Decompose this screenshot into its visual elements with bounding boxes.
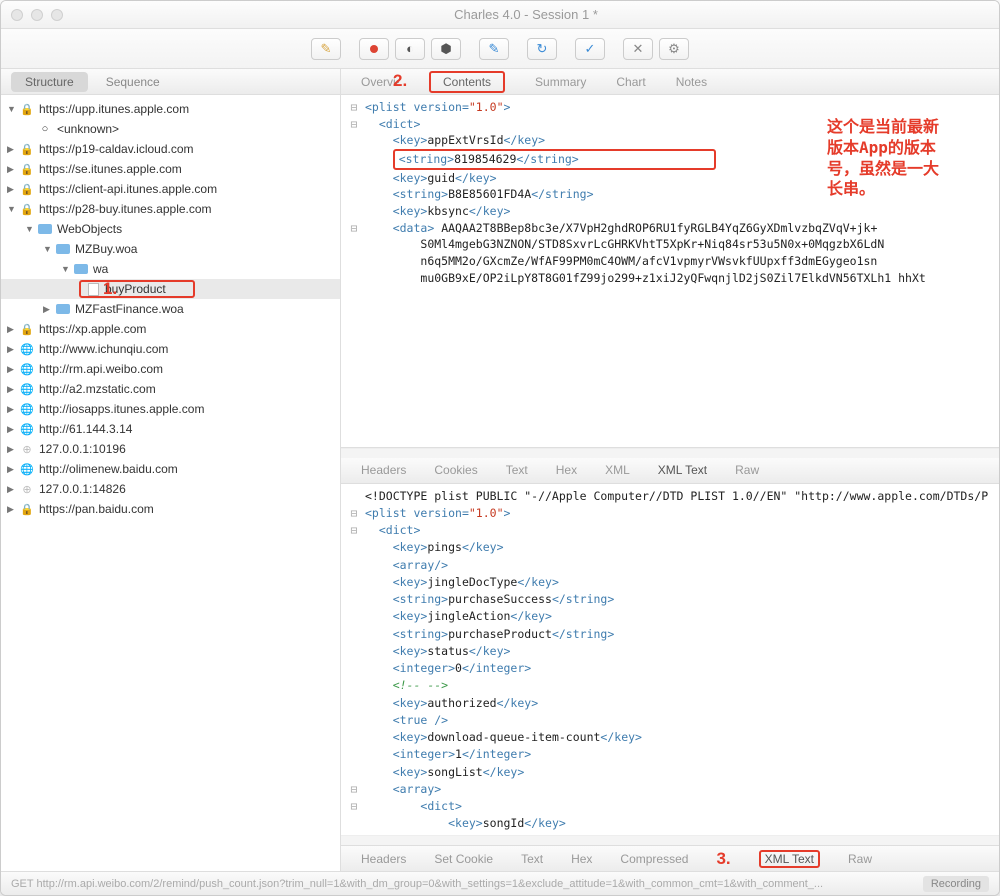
request-view-tabs: Headers Cookies Text Hex XML XML Text Ra… (341, 458, 999, 484)
settings-button[interactable]: ⚙ (659, 38, 689, 60)
tab-sequence[interactable]: Sequence (92, 72, 174, 92)
scrollbar[interactable] (341, 835, 999, 845)
throttle-button[interactable]: ◐ (395, 38, 425, 60)
content-area: Structure Sequence ▼🔒https://upp.itunes.… (1, 69, 999, 871)
window-title: Charles 4.0 - Session 1 * (63, 7, 989, 22)
status-bar: GET http://rm.api.weibo.com/2/remind/pus… (1, 871, 999, 895)
recording-indicator[interactable]: Recording (923, 876, 989, 892)
unknown-icon: ○ (37, 122, 53, 136)
minimize-icon[interactable] (31, 9, 43, 21)
host-label[interactable]: https://upp.itunes.apple.com (39, 102, 189, 116)
tab-hex[interactable]: Hex (556, 463, 577, 477)
host-tree[interactable]: ▼🔒https://upp.itunes.apple.com ○<unknown… (1, 95, 340, 871)
host-label[interactable]: http://a2.mzstatic.com (39, 382, 156, 396)
host-label[interactable]: https://pan.baidu.com (39, 502, 154, 516)
annotation-text: 这个是当前最新 版本App的版本 号，虽然是一大 长串。 (827, 117, 939, 200)
sidebar: Structure Sequence ▼🔒https://upp.itunes.… (1, 69, 341, 871)
globe-icon: 🌐 (19, 382, 35, 396)
tab-hex[interactable]: Hex (571, 852, 592, 866)
main-tabs: Overview 2. Contents Summary Chart Notes (341, 69, 999, 95)
toolbar: ✎ ◐ ⬢ ✎ ↻ ✓ ✕ ⚙ (1, 29, 999, 69)
breakpoints-button[interactable]: ⬢ (431, 38, 461, 60)
lock-icon: 🔒 (19, 202, 35, 216)
tab-xml[interactable]: XML (605, 463, 630, 477)
host-label[interactable]: http://61.144.3.14 (39, 422, 132, 436)
edit-button[interactable]: ✎ (479, 38, 509, 60)
response-view-tabs: Headers Set Cookie Text Hex Compressed 3… (341, 845, 999, 871)
host-label[interactable]: http://olimenew.baidu.com (39, 462, 178, 476)
globe-icon: 🌐 (19, 342, 35, 356)
annotation-1: 1. (103, 279, 117, 299)
annotation-3: 3. (716, 849, 730, 869)
host-label[interactable]: https://p28-buy.itunes.apple.com (39, 202, 212, 216)
host-label[interactable]: http://iosapps.itunes.apple.com (39, 402, 204, 416)
globe-icon: 🌐 (19, 462, 35, 476)
globe-icon: 🌐 (19, 402, 35, 416)
lock-icon: 🔒 (19, 322, 35, 336)
host-label[interactable]: 127.0.0.1:10196 (39, 442, 126, 456)
folder-label[interactable]: MZBuy.woa (75, 242, 137, 256)
tab-headers[interactable]: Headers (361, 463, 406, 477)
host-icon: ⊕ (19, 482, 35, 496)
lock-icon: 🔒 (19, 162, 35, 176)
zoom-icon[interactable] (51, 9, 63, 21)
sidebar-tabs: Structure Sequence (1, 69, 340, 95)
lock-icon: 🔒 (19, 102, 35, 116)
close-icon[interactable] (11, 9, 23, 21)
host-label[interactable]: https://p19-caldav.icloud.com (39, 142, 194, 156)
lock-icon: 🔒 (19, 182, 35, 196)
globe-icon: 🌐 (19, 362, 35, 376)
folder-label[interactable]: WebObjects (57, 222, 122, 236)
tab-chart[interactable]: Chart (616, 75, 645, 89)
tools-button[interactable]: ✕ (623, 38, 653, 60)
folder-label[interactable]: wa (93, 262, 108, 276)
tab-compressed[interactable]: Compressed (620, 852, 688, 866)
tab-raw[interactable]: Raw (735, 463, 759, 477)
scrollbar[interactable] (341, 448, 999, 458)
request-body-panel[interactable]: 这个是当前最新 版本App的版本 号，虽然是一大 长串。 ⊟<plist ver… (341, 95, 999, 448)
annotation-2: 2. (393, 71, 407, 91)
lock-icon: 🔒 (19, 502, 35, 516)
tab-contents[interactable]: Contents (429, 71, 505, 93)
item-label[interactable]: <unknown> (57, 122, 119, 136)
folder-icon (73, 262, 89, 276)
host-label[interactable]: https://se.itunes.apple.com (39, 162, 182, 176)
host-label[interactable]: http://www.ichunqiu.com (39, 342, 168, 356)
folder-icon (55, 302, 71, 316)
refresh-button[interactable]: ↻ (527, 38, 557, 60)
tab-xml-text[interactable]: XML Text (759, 850, 820, 868)
tab-headers[interactable]: Headers (361, 852, 406, 866)
tab-raw[interactable]: Raw (848, 852, 872, 866)
tab-text[interactable]: Text (506, 463, 528, 477)
host-label[interactable]: 127.0.0.1:14826 (39, 482, 126, 496)
status-text: GET http://rm.api.weibo.com/2/remind/pus… (11, 878, 923, 890)
tab-cookies[interactable]: Cookies (434, 463, 477, 477)
record-button[interactable] (359, 38, 389, 60)
app-window: Charles 4.0 - Session 1 * ✎ ◐ ⬢ ✎ ↻ ✓ ✕ … (0, 0, 1000, 896)
tab-xml-text[interactable]: XML Text (658, 463, 707, 477)
broom-button[interactable]: ✎ (311, 38, 341, 60)
host-icon: ⊕ (19, 442, 35, 456)
folder-icon (37, 222, 53, 236)
title-bar[interactable]: Charles 4.0 - Session 1 * (1, 1, 999, 29)
host-label[interactable]: https://xp.apple.com (39, 322, 146, 336)
folder-label[interactable]: MZFastFinance.woa (75, 302, 184, 316)
file-icon (85, 282, 101, 296)
host-label[interactable]: https://client-api.itunes.apple.com (39, 182, 217, 196)
window-controls (11, 9, 63, 21)
validate-button[interactable]: ✓ (575, 38, 605, 60)
main-panel: Overview 2. Contents Summary Chart Notes… (341, 69, 999, 871)
lock-icon: 🔒 (19, 142, 35, 156)
globe-icon: 🌐 (19, 422, 35, 436)
tab-structure[interactable]: Structure (11, 72, 88, 92)
tab-text[interactable]: Text (521, 852, 543, 866)
host-label[interactable]: http://rm.api.weibo.com (39, 362, 163, 376)
tab-summary[interactable]: Summary (535, 75, 586, 89)
folder-icon (55, 242, 71, 256)
response-body-panel[interactable]: <!DOCTYPE plist PUBLIC "-//Apple Compute… (341, 484, 999, 836)
tab-notes[interactable]: Notes (676, 75, 707, 89)
tab-set-cookie[interactable]: Set Cookie (434, 852, 493, 866)
